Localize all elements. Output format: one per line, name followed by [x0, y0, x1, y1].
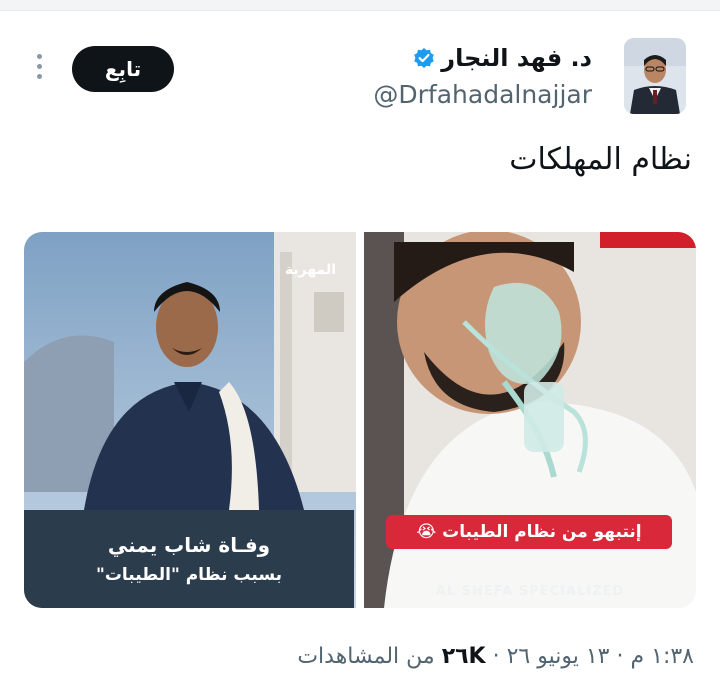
left-caption-line1: وفـاة شاب يمني — [107, 533, 271, 557]
tweet-media-grid[interactable]: المهرية وفـاة شاب يمني بسبب نظام "الطيبا… — [24, 232, 696, 608]
meta-separator-2: · — [492, 644, 500, 669]
author-name-row[interactable]: د. فهد النجار — [413, 44, 592, 72]
views-label: من المشاهدات — [297, 644, 435, 669]
avatar[interactable] — [624, 38, 686, 114]
top-border — [0, 0, 720, 11]
views-count[interactable]: ٢٦K — [442, 644, 486, 669]
verified-badge-icon — [413, 47, 435, 69]
vertical-ellipsis-icon[interactable] — [31, 54, 47, 84]
author-handle[interactable]: @Drfahadalnajjar — [373, 80, 592, 109]
tweet-date[interactable]: ١٣ يونيو ٢٦ — [507, 644, 610, 669]
media-image-right[interactable]: إنتبهو من نظام الطيبات 😭 AL SHEFA SPECIA… — [364, 232, 696, 608]
left-image-caption: وفـاة شاب يمني بسبب نظام "الطيبات" — [24, 510, 354, 608]
meta-separator: · — [616, 644, 624, 669]
author-name[interactable]: د. فهد النجار — [441, 44, 592, 72]
right-image-red-tag — [600, 232, 696, 248]
tweet-text: نظام المهلكات — [509, 142, 692, 177]
right-image-caption: إنتبهو من نظام الطيبات 😭 — [386, 515, 672, 549]
right-image-watermark: AL SHEFA SPECIALIZED — [435, 584, 625, 599]
tweet-meta: ١:٣٨ م · ١٣ يونيو ٢٦ · ٢٦K من المشاهدات — [297, 644, 694, 669]
media-image-left[interactable]: المهرية وفـاة شاب يمني بسبب نظام "الطيبا… — [24, 232, 356, 608]
left-caption-line2: بسبب نظام "الطيبات" — [95, 565, 283, 585]
left-image-brand: المهرية — [284, 262, 336, 278]
tweet-time[interactable]: ١:٣٨ م — [631, 644, 695, 669]
follow-button[interactable]: تابِع — [72, 46, 174, 92]
